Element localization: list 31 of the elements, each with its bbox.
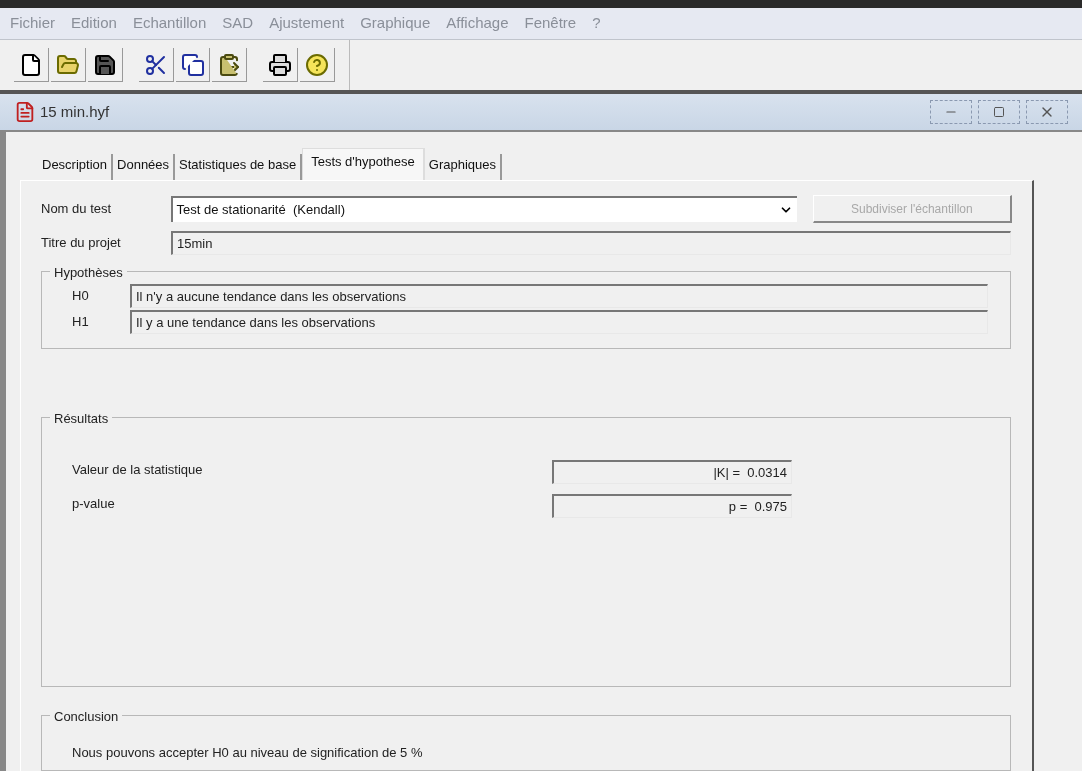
tab[interactable]: Données	[113, 154, 176, 180]
help-icon	[305, 52, 330, 77]
test-dropdown[interactable]: Test de stationarité (Kendall)	[170, 196, 797, 222]
hypothesis-label: H0	[72, 287, 90, 306]
toolbar-button[interactable]	[212, 48, 248, 82]
text-field[interactable]: Il n'y a aucune tendance dans les observations	[130, 284, 988, 308]
toolbar-button[interactable]	[87, 48, 123, 82]
text-field[interactable]: |K| = 0.0314	[552, 460, 792, 484]
field-label: Titre du projet	[41, 234, 122, 253]
restore-button[interactable]	[978, 100, 1020, 124]
hypothesis-label: H1	[72, 313, 90, 332]
text-field[interactable]: 15min	[171, 231, 1011, 255]
toolbar-button[interactable]	[175, 48, 211, 82]
restore-icon	[993, 106, 1005, 118]
document-icon	[14, 101, 36, 123]
copy-icon	[180, 52, 205, 77]
new-document-icon	[19, 52, 43, 77]
result-label: p-value	[72, 495, 116, 513]
text-field[interactable]: p = 0.975	[552, 494, 792, 518]
scissors-icon	[143, 52, 168, 77]
open-folder-icon	[55, 52, 80, 77]
tab[interactable]: Tests d'hypothese	[302, 148, 425, 180]
tab[interactable]: Description	[38, 154, 114, 180]
result-label: Valeur de la statistique	[72, 461, 204, 479]
paste-icon	[217, 52, 242, 77]
window-title: 15 min.hyf	[40, 101, 110, 122]
conclusion-text: Nous pouvons accepter H0 au niveau de signification de 5 %	[72, 745, 423, 760]
printer-icon	[268, 52, 293, 77]
field-label: Nom du test	[41, 200, 113, 219]
tab[interactable]: Graphiques	[424, 154, 503, 180]
text-field[interactable]: Il y a une tendance dans les observations	[130, 310, 988, 334]
